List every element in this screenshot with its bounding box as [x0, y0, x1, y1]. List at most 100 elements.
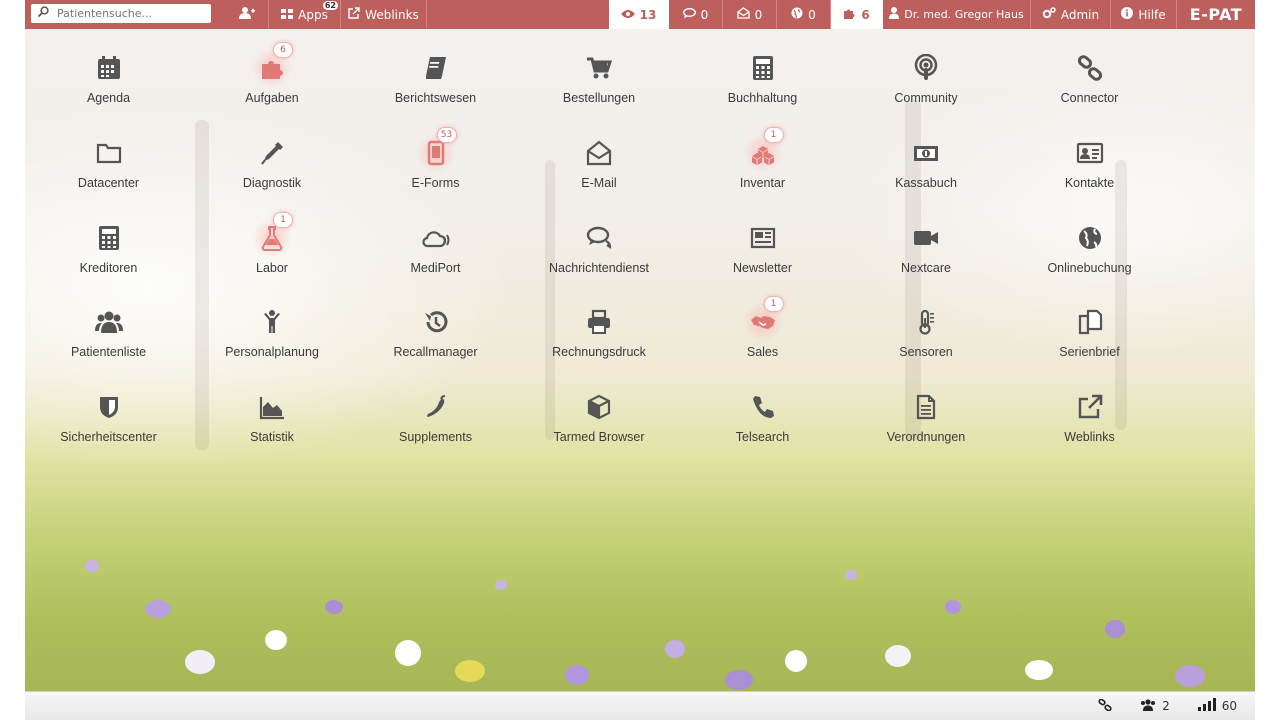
envelope-open-icon: [579, 133, 619, 173]
handshake-icon: 1: [742, 296, 784, 343]
help-button[interactable]: Hilfe: [1111, 0, 1177, 29]
app-tile-buchhaltung[interactable]: Buchhaltung: [681, 40, 844, 120]
user-name: Dr. med. Gregor Haus: [904, 8, 1024, 21]
user-icon: [889, 7, 900, 22]
signal-bars-icon: [1197, 698, 1216, 714]
patient-search[interactable]: [31, 4, 211, 23]
app-tile-nachrichtendienst[interactable]: Nachrichtendienst: [518, 210, 681, 290]
puzzle-icon: [843, 7, 856, 22]
comment-icon: [682, 7, 696, 22]
app-tile-community[interactable]: Community: [845, 40, 1008, 120]
patient-search-input[interactable]: [55, 6, 199, 21]
book-icon: [416, 48, 456, 88]
app-tile-diagnostik[interactable]: Diagnostik: [191, 125, 354, 205]
eye-icon: [620, 8, 635, 22]
app-tile-inventar[interactable]: 1 Inventar: [681, 125, 844, 205]
views-button[interactable]: 13: [609, 0, 669, 29]
app-tile-nextcare[interactable]: Nextcare: [845, 210, 1008, 290]
app-tile-label: Berichtswesen: [394, 91, 477, 105]
calculator-icon: [743, 48, 783, 88]
tasks-count: 6: [861, 7, 870, 22]
online-count: 0: [808, 7, 816, 22]
app-tile-telsearch[interactable]: Telsearch: [681, 379, 844, 459]
app-tile-datacenter[interactable]: Datacenter: [27, 125, 190, 205]
app-tile-label: Patientenliste: [70, 345, 147, 360]
apps-menu-button[interactable]: Apps 62: [269, 0, 341, 29]
app-tile-label: Connector: [1060, 91, 1119, 105]
notification-badge: 1: [273, 211, 293, 228]
app-tile-label: Community: [894, 91, 958, 105]
tasks-button[interactable]: 6: [831, 0, 883, 29]
brand-name: E-PAT: [1189, 5, 1243, 24]
app-tile-label: Inventar: [739, 175, 786, 190]
app-tile-serienbrief[interactable]: Serienbrief: [1008, 294, 1171, 374]
app-tile-e-mail[interactable]: E-Mail: [518, 125, 681, 205]
notification-badge: 53: [436, 126, 457, 143]
calculator-icon: [89, 218, 129, 258]
app-tile-kassabuch[interactable]: Kassabuch: [845, 125, 1008, 205]
app-tile-tarmed-browser[interactable]: Tarmed Browser: [518, 379, 681, 459]
admin-label: Admin: [1060, 7, 1100, 22]
app-tile-label: Personalplanung: [225, 345, 319, 360]
app-tile-bestellungen[interactable]: Bestellungen: [518, 40, 681, 120]
app-tile-kontakte[interactable]: Kontakte: [1008, 125, 1171, 205]
add-user-button[interactable]: [225, 0, 269, 29]
app-tile-patientenliste[interactable]: Patientenliste: [27, 294, 190, 374]
copy-icon: [1070, 302, 1110, 342]
app-tile-label: Nextcare: [900, 260, 952, 275]
thermometer-icon: [906, 302, 946, 342]
app-window: Apps 62 Weblinks 13 0 0: [25, 0, 1255, 720]
admin-button[interactable]: Admin: [1031, 0, 1111, 29]
video-icon: [906, 218, 946, 258]
search-icon: [37, 6, 49, 21]
online-users-status[interactable]: 2: [1140, 698, 1170, 714]
app-tile-label: Serienbrief: [1059, 345, 1120, 360]
app-tile-berichtswesen[interactable]: Berichtswesen: [354, 40, 517, 120]
app-tile-e-forms[interactable]: 53 E-Forms: [354, 125, 517, 205]
app-tile-rechnungsdruck[interactable]: Rechnungsdruck: [518, 294, 681, 374]
app-tile-label: Kreditoren: [79, 260, 138, 275]
app-tile-label: Rechnungsdruck: [552, 345, 646, 360]
notification-badge: 6: [273, 42, 293, 58]
app-tile-label: E-Mail: [581, 175, 617, 190]
online-button[interactable]: 0: [777, 0, 831, 29]
app-tile-personalplanung[interactable]: Personalplanung: [191, 294, 354, 374]
connector-status[interactable]: [1098, 698, 1112, 714]
app-tile-sicherheitscenter[interactable]: Sicherheitscenter: [27, 379, 190, 459]
app-tile-statistik[interactable]: Statistik: [191, 379, 354, 459]
app-tile-label: Sensoren: [899, 345, 953, 360]
app-tile-mediport[interactable]: MediPort: [354, 210, 517, 290]
app-tile-label: Sicherheitscenter: [60, 430, 157, 444]
newspaper-icon: [743, 218, 783, 258]
app-tile-label: Diagnostik: [242, 175, 302, 190]
child-icon: [252, 302, 292, 342]
app-tile-sales[interactable]: 1 Sales: [681, 294, 844, 374]
puzzle-icon: 6: [252, 42, 293, 88]
external-link-icon: [348, 7, 360, 22]
mail-button[interactable]: 0: [723, 0, 777, 29]
app-tile-supplements[interactable]: Supplements: [354, 379, 517, 459]
app-tile-aufgaben[interactable]: 6 Aufgaben: [191, 40, 354, 120]
globe-icon: [791, 7, 803, 22]
chat-button[interactable]: 0: [669, 0, 723, 29]
user-menu-button[interactable]: Dr. med. Gregor Haus: [883, 0, 1031, 29]
shield-icon: [89, 387, 129, 427]
weblinks-button[interactable]: Weblinks: [341, 0, 427, 29]
app-tile-kreditoren[interactable]: Kreditoren: [27, 210, 190, 290]
app-tile-recallmanager[interactable]: Recallmanager: [354, 294, 517, 374]
app-tile-weblinks[interactable]: Weblinks: [1008, 379, 1171, 459]
app-tile-onlinebuchung[interactable]: Onlinebuchung: [1008, 210, 1171, 290]
link-icon: [1098, 698, 1112, 714]
app-tile-label: Statistik: [250, 430, 294, 444]
app-tile-newsletter[interactable]: Newsletter: [681, 210, 844, 290]
brand-logo: E-PAT: [1177, 0, 1255, 29]
app-tile-labor[interactable]: 1 Labor: [191, 210, 354, 290]
app-tile-agenda[interactable]: Agenda: [27, 40, 190, 120]
flask-icon: 1: [252, 211, 293, 258]
app-tile-connector[interactable]: Connector: [1008, 40, 1171, 120]
app-tile-verordnungen[interactable]: Verordnungen: [845, 379, 1008, 459]
print-icon: [579, 302, 619, 342]
podcast-icon: [906, 48, 946, 88]
money-icon: [906, 133, 946, 173]
app-tile-sensoren[interactable]: Sensoren: [845, 294, 1008, 374]
